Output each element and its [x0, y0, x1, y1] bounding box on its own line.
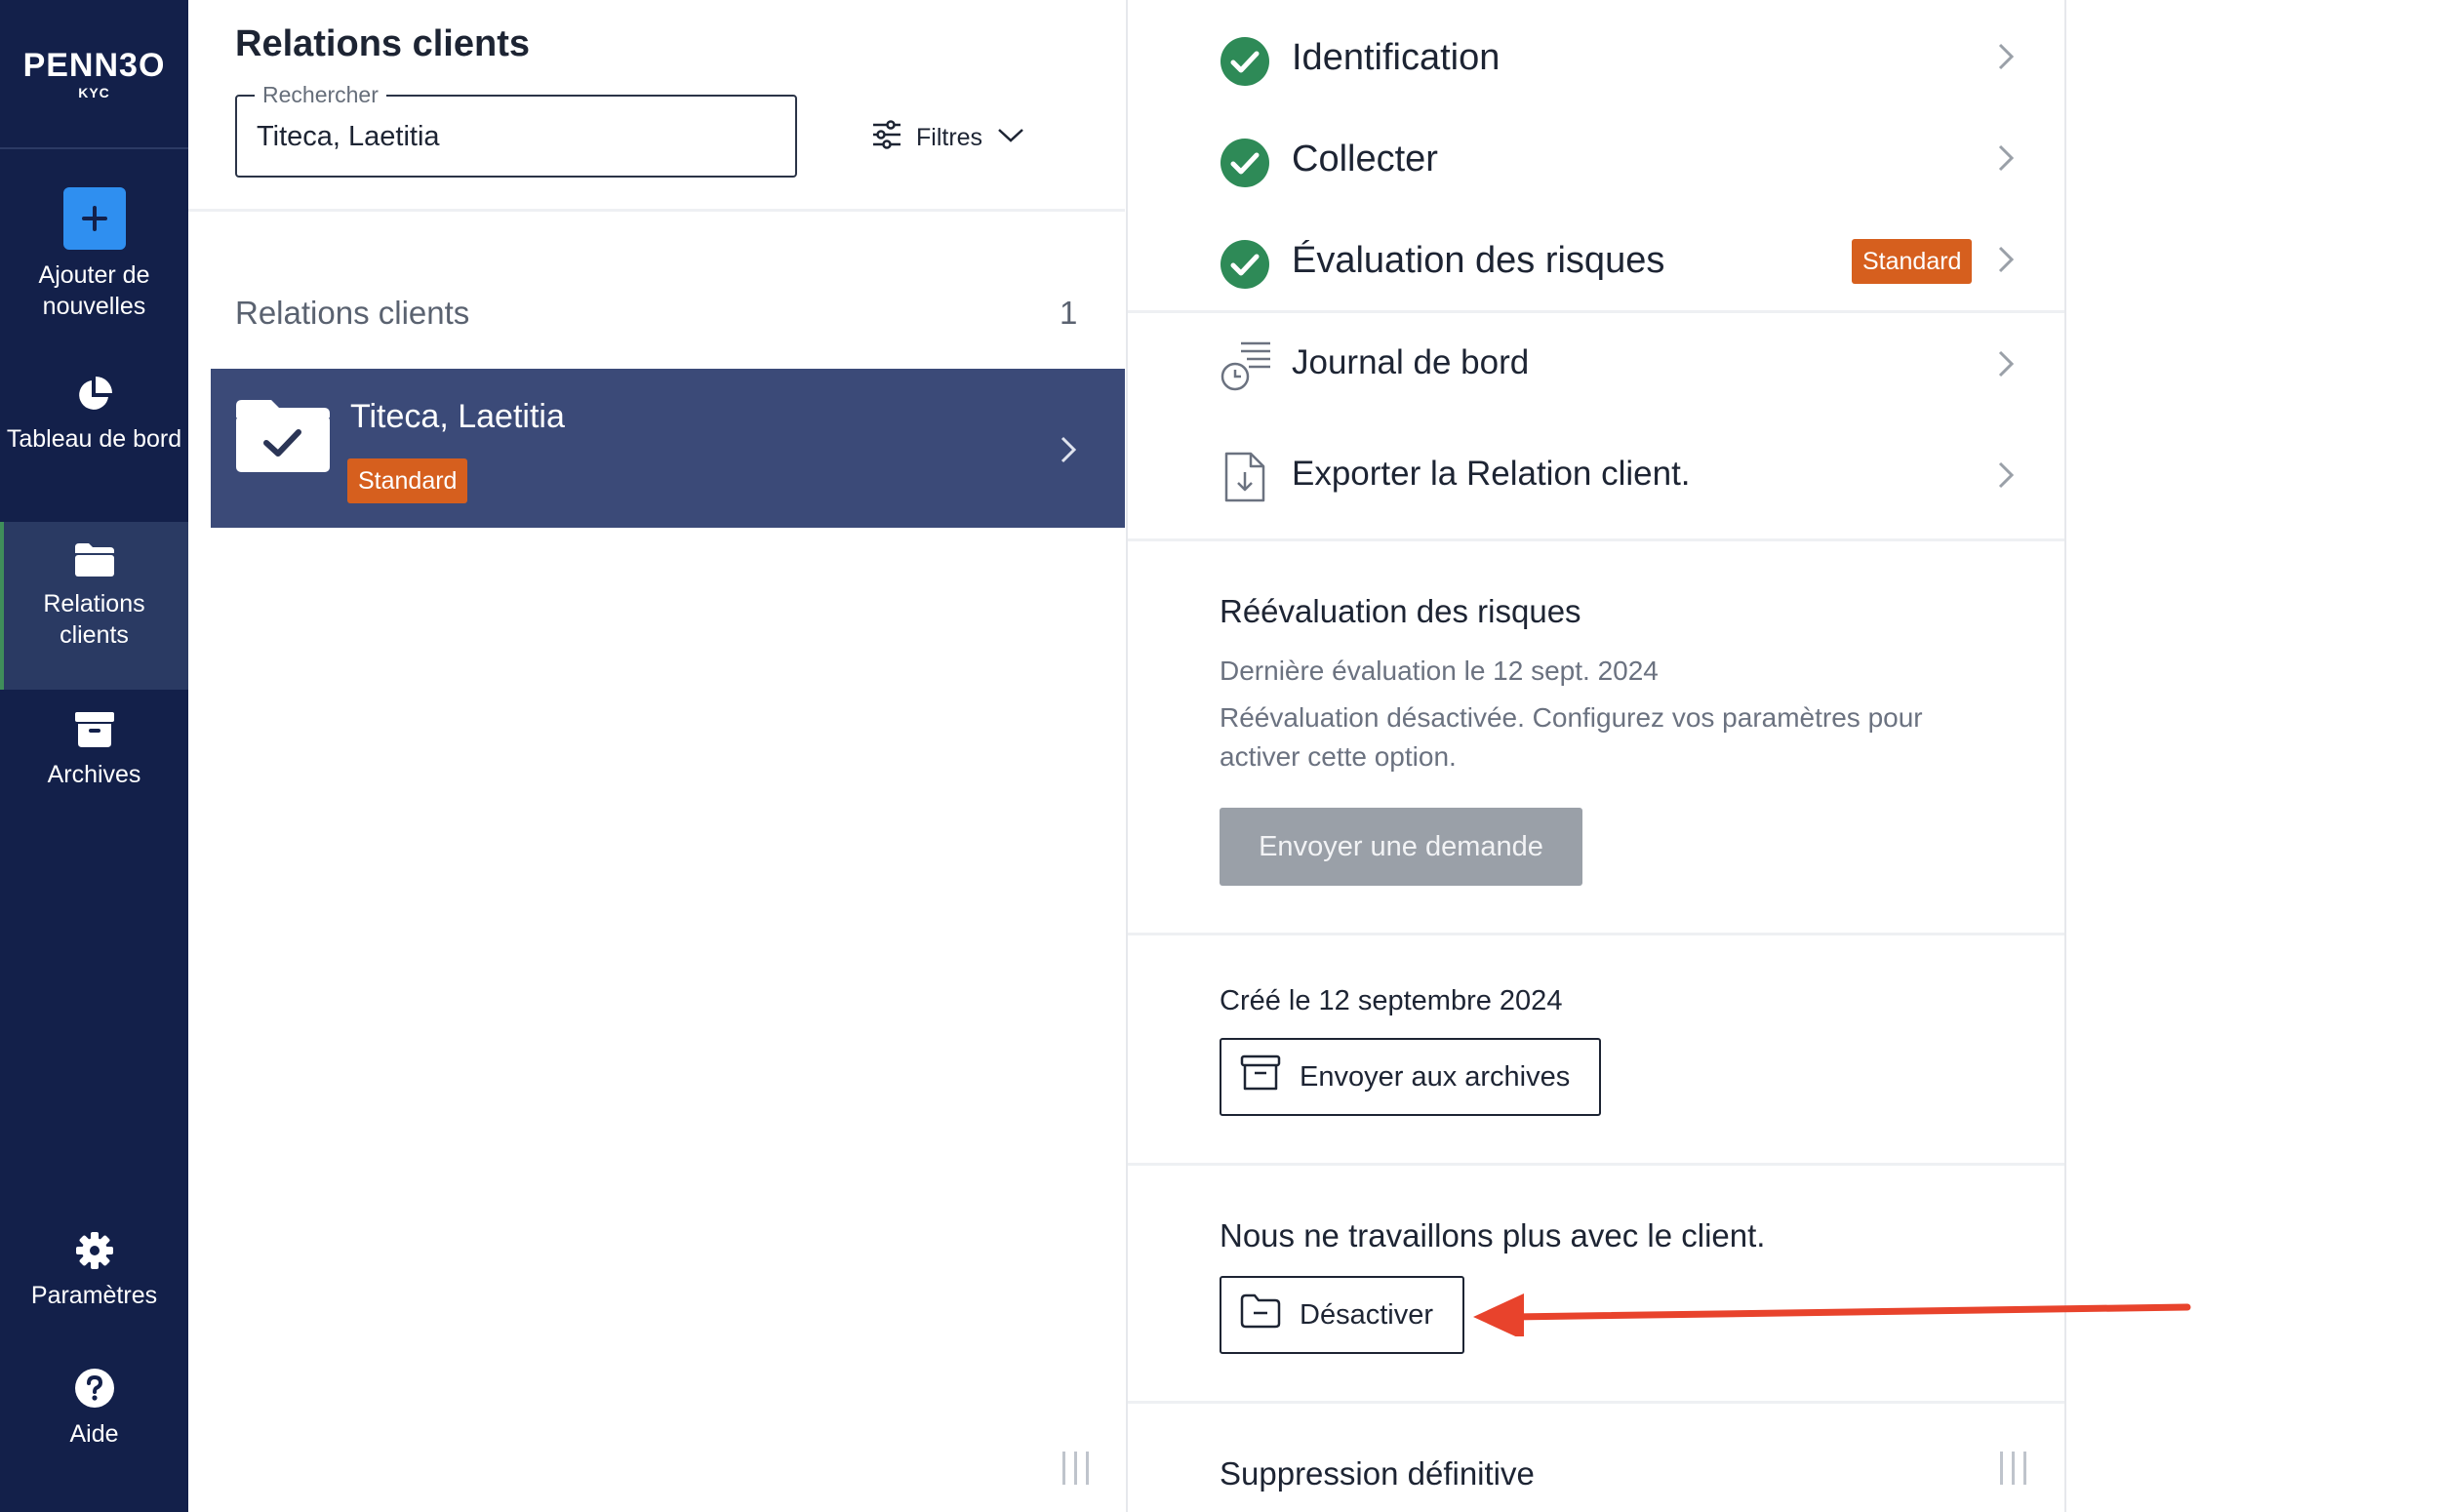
gear-icon — [75, 1231, 114, 1270]
divider — [1128, 1163, 2064, 1166]
chevron-right-icon — [1996, 42, 2016, 76]
chevron-right-icon — [1996, 143, 2016, 178]
sidebar-item-label: Archives — [47, 761, 141, 788]
reassessment-title: Réévaluation des risques — [1220, 593, 1581, 629]
sidebar-item-label: Relations clients — [43, 590, 145, 649]
reassessment-note: Réévaluation désactivée. Configurez vos … — [1220, 702, 1923, 772]
divider — [1128, 310, 2064, 313]
created-date-text: Créé le 12 septembre 2024 — [1220, 985, 1563, 1016]
deactivate-button-label: Désactiver — [1300, 1298, 1433, 1331]
permanent-delete-title: Suppression définitive — [1220, 1455, 1535, 1492]
sidebar-item-archives[interactable]: Archives — [0, 710, 188, 790]
check-circle-icon — [1220, 36, 1270, 92]
check-circle-icon — [1220, 138, 1270, 193]
link-label: Journal de bord — [1292, 343, 1530, 381]
list-heading: Relations clients — [235, 295, 470, 331]
resize-handle[interactable] — [1062, 1452, 1089, 1485]
chevron-down-icon — [996, 124, 1025, 152]
divider — [1128, 538, 2064, 541]
step-risk-assessment[interactable]: Évaluation des risques Standard — [1128, 211, 2064, 308]
chevron-right-icon — [1996, 460, 2016, 495]
sidebar-item-dashboard[interactable]: Tableau de bord — [0, 375, 188, 455]
sliders-icon — [871, 119, 902, 156]
sidebar-item-label: Aide — [69, 1420, 119, 1448]
status-badge: Standard — [347, 458, 468, 503]
sidebar-item-label: Paramètres — [30, 1282, 158, 1309]
step-collect[interactable]: Collecter — [1128, 109, 2064, 207]
step-label: Évaluation des risques — [1292, 240, 1665, 281]
link-label: Exporter la Relation client. — [1292, 455, 1691, 493]
logbook-link[interactable]: Journal de bord — [1128, 320, 2064, 418]
app-logo[interactable]: PENN3O KYC — [0, 0, 188, 149]
sidebar-item-label: Tableau de bord — [6, 425, 182, 453]
client-name: Titeca, Laetitia — [350, 398, 565, 435]
sidebar-item-settings[interactable]: Paramètres — [0, 1231, 188, 1311]
archive-button-label: Envoyer aux archives — [1300, 1060, 1571, 1093]
deactivate-button[interactable]: Désactiver — [1220, 1276, 1464, 1354]
page-title: Relations clients — [235, 23, 530, 64]
client-row[interactable]: Titeca, Laetitia Standard — [211, 369, 1125, 528]
export-client-link[interactable]: Exporter la Relation client. — [1128, 429, 2064, 527]
sidebar: PENN3O KYC Ajouter de nouvelles Tableau … — [0, 0, 188, 1512]
archive-button[interactable]: Envoyer aux archives — [1220, 1038, 1602, 1116]
divider — [1128, 1401, 2064, 1404]
logo-subtitle: KYC — [78, 84, 110, 100]
chevron-right-icon — [1996, 349, 2016, 383]
list-header: Relations clients Rechercher Filtres — [188, 0, 1125, 212]
logo-wordmark: PENN3O — [22, 46, 166, 84]
pie-chart-icon — [75, 375, 114, 414]
search-input[interactable] — [257, 116, 774, 157]
sidebar-item-relations[interactable]: Relations clients — [0, 522, 188, 690]
filters-label: Filtres — [916, 123, 983, 151]
risk-level-badge: Standard — [1852, 239, 1973, 284]
logbook-icon — [1220, 339, 1272, 399]
annotation-arrow-icon — [1473, 1293, 2191, 1336]
check-circle-icon — [1220, 239, 1270, 295]
step-label: Identification — [1292, 37, 1501, 78]
send-request-button[interactable]: Envoyer une demande — [1220, 808, 1582, 886]
archive-box-icon — [1239, 1054, 1282, 1100]
step-identification[interactable]: Identification — [1128, 8, 2064, 105]
resize-handle[interactable] — [2000, 1452, 2026, 1485]
folder-minus-icon — [1239, 1293, 1282, 1337]
search-label: Rechercher — [255, 82, 386, 108]
deactivate-title: Nous ne travaillons plus avec le client. — [1220, 1217, 1766, 1253]
filters-button[interactable]: Filtres — [871, 115, 1025, 160]
folder-icon — [73, 541, 116, 578]
chevron-right-icon — [1996, 245, 2016, 279]
help-circle-icon — [74, 1368, 115, 1409]
sidebar-item-help[interactable]: Aide — [0, 1368, 188, 1450]
folder-check-icon — [234, 396, 332, 479]
client-list-panel: Relations clients Rechercher Filtres — [188, 0, 1125, 1512]
archive-box-icon — [74, 710, 115, 749]
sidebar-item-add[interactable]: Ajouter de nouvelles — [0, 187, 188, 322]
last-assessment-text: Dernière évaluation le 12 sept. 2024 — [1220, 656, 1659, 686]
export-file-icon — [1223, 451, 1266, 508]
chevron-right-icon — [1059, 435, 1078, 469]
result-count: 1 — [1060, 295, 1078, 331]
divider — [1128, 933, 2064, 935]
search-field[interactable]: Rechercher — [235, 82, 797, 178]
plus-icon — [62, 187, 126, 250]
step-label: Collecter — [1292, 139, 1438, 179]
sidebar-item-label: Ajouter de nouvelles — [38, 261, 150, 320]
